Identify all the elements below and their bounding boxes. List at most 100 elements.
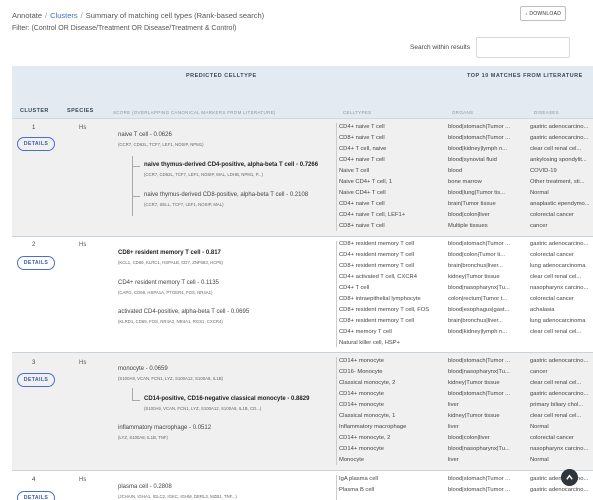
details-button[interactable]: DETAILS [17, 491, 55, 500]
prediction-markers: (CCR7, CD62L, TCF7, LEF1, NOSIP, MAL, LD… [144, 172, 263, 177]
cluster-row: 1 DETAILS Hs naive T cell - 0.0626 (CCR7… [12, 119, 593, 237]
breadcrumb-root[interactable]: Annotate [12, 11, 42, 20]
match-organ: blood|stomach|Tumor ... [448, 241, 511, 247]
prediction-cell: inflammatory macrophage - 0.0512 (LYZ, S… [118, 425, 211, 440]
match-organ: blood|stomach|Tumor ... [448, 476, 511, 482]
match-disease: gastric adenocarcino... [530, 124, 589, 130]
prediction-name: monocyte - 0.0659 [118, 366, 168, 372]
match-celltype: CD8+ resident memory T cell [339, 241, 415, 247]
species-value: Hs [79, 242, 87, 248]
match-organ: blood|lung|Tumor tis... [448, 190, 505, 196]
match-disease: colorectal cancer [530, 252, 574, 258]
filter-text: Filter: (Control OR Disease/Treatment OR… [12, 25, 237, 32]
prediction-cell: naive thymus-derived CD4-positive, alpha… [144, 162, 318, 177]
match-organ: blood|stomach|Tumor ... [448, 487, 511, 493]
score-column-header: SCORE (OVERLAPPING CANONICAL MARKERS FRO… [113, 110, 276, 115]
match-celltype: CD8+ resident memory T cell, FOS [339, 307, 430, 313]
prediction-name-best: CD14-positive, CD16-negative classical m… [144, 396, 310, 402]
column-divider [336, 123, 337, 231]
match-disease: Normal [530, 190, 549, 196]
cluster-column-header[interactable]: CLUSTER [20, 108, 49, 114]
match-celltype: CD4+ resident memory T cell [339, 252, 415, 258]
details-button[interactable]: DETAILS [17, 137, 55, 151]
prediction-cell: naive T cell - 0.0626 (CCR7, CD62L, TCF7… [118, 132, 204, 147]
match-organ: blood|nasopharynx|Tu... [448, 446, 510, 452]
match-disease: nasopharynx carcino... [530, 446, 589, 452]
column-divider [336, 357, 337, 465]
match-celltype: Naive CD4+ T cell [339, 190, 386, 196]
match-celltype: CD4+ T cell [339, 285, 370, 291]
cluster-id: 1 [32, 125, 36, 131]
details-button[interactable]: DETAILS [17, 373, 55, 387]
search-input[interactable] [476, 37, 570, 58]
species-column-header[interactable]: SPECIES [67, 108, 94, 114]
match-organ: blood|nasopharynx|Tu... [448, 369, 510, 375]
match-organ: blood|nasopharynx|Tu... [448, 285, 510, 291]
celltypes-column-header: CELLTYPES [343, 110, 372, 115]
match-disease: achalasia [530, 307, 555, 313]
match-celltype: CD8+ intraepithelial lymphocyte [339, 296, 421, 302]
predicted-celltype-header: PREDICTED CELLTYPE [186, 73, 257, 79]
match-disease: primary biliary chol... [530, 402, 584, 408]
match-disease: clear cell renal cel... [530, 413, 582, 419]
prediction-cell: naive thymus-derived CD8-positive, alpha… [144, 192, 308, 207]
cluster-row: 2 DETAILS Hs CD8+ resident memory T cell… [12, 237, 593, 353]
prediction-markers: (CCR7, CD62L, TCF7, LEF1, NOSIP, NPM1) [118, 142, 204, 147]
match-disease: gastric adenocarcino... [530, 487, 589, 493]
match-disease: clear cell renal cel... [530, 274, 582, 280]
match-celltype: CD14+ monocyte [339, 446, 384, 452]
prediction-name-best: CD8+ resident memory T cell - 0.817 [118, 250, 221, 256]
prediction-markers: (KLRD1, CD69, FOS, NR4A2, NR4A1, RGS1, C… [118, 319, 223, 324]
match-organ: liver [448, 424, 459, 430]
prediction-cell: CD4+ resident memory T cell - 0.1135 (CA… [118, 280, 219, 295]
breadcrumb-current: Summary of matching cell types (Rank-bas… [85, 11, 265, 20]
prediction-name: activated CD4-positive, alpha-beta T cel… [118, 309, 250, 315]
results-table: PREDICTED CELLTYPE TOP 10 MATCHES FROM L… [12, 66, 593, 500]
match-celltype: CD8+ resident memory T cell [339, 263, 415, 269]
scroll-to-top-button[interactable] [561, 469, 578, 486]
match-organ: blood|stomach|Tumor ... [448, 358, 511, 364]
cluster-row: 4 DETAILS Hs plasma cell - 0.2808 (JCHAI… [12, 471, 593, 500]
match-celltype: CD4+ naive T cell [339, 201, 385, 207]
match-organ: blood|stomach|Tumor ... [448, 135, 511, 141]
prediction-markers: (S100A9, VCAN, FCN1, LYZ, S100A12, S100A… [144, 406, 262, 411]
prediction-cell: CD8+ resident memory T cell - 0.817 (KCL… [118, 250, 223, 265]
match-organ: kidney|Tumor tissue [448, 413, 500, 419]
breadcrumb-clusters-link[interactable]: Clusters [50, 11, 78, 20]
top10-matches-header: TOP 10 MATCHES FROM LITERATURE [467, 73, 583, 79]
match-celltype: CD8+ naive T cell [339, 135, 385, 141]
prediction-name: naive T cell - 0.0626 [118, 132, 172, 138]
match-organ: blood|stomach|Tumor ... [448, 391, 511, 397]
prediction-name-best: naive thymus-derived CD4-positive, alpha… [144, 162, 319, 168]
download-button[interactable]: ↓ DOWNLOAD [520, 6, 566, 21]
tree-connector [132, 388, 133, 400]
match-disease: Normal [530, 424, 549, 430]
breadcrumb-separator: / [45, 11, 48, 20]
search-label: Search within results [410, 44, 470, 51]
match-celltype: CD4+ naive T cell [339, 124, 385, 130]
match-celltype: Inflammatory macrophage [339, 424, 407, 430]
tree-connector [132, 400, 140, 401]
prediction-markers: (JCHAIN, IGHA1, IGLC2, IGKC, IGHM, DERL3… [118, 494, 237, 499]
prediction-cell: activated CD4-positive, alpha-beta T cel… [118, 309, 249, 324]
match-celltype: CD8+ resident memory T cell [339, 318, 415, 324]
match-organ: blood|stomach|Tumor ... [448, 124, 511, 130]
match-disease: lung adenocarcinoma [530, 318, 586, 324]
match-disease: colorectal cancer [530, 435, 574, 441]
match-celltype: Naive CD4+ T cell, 1 [339, 179, 393, 185]
cluster-id: 3 [32, 360, 36, 366]
cluster-id: 4 [32, 477, 36, 483]
match-disease: clear cell renal cel... [530, 146, 582, 152]
match-disease: nasopharynx carcino... [530, 285, 589, 291]
details-button[interactable]: DETAILS [17, 256, 55, 270]
match-celltype: CD14+ monocyte [339, 402, 384, 408]
prediction-markers: (LYZ, S100A8, IL1B, TNF) [118, 435, 168, 440]
match-organ: Multiple tissues [448, 223, 488, 229]
column-divider [336, 475, 337, 500]
species-value: Hs [79, 125, 87, 131]
match-disease: cancer [530, 223, 548, 229]
chevron-up-icon [566, 474, 573, 480]
prediction-markers: (S100A9, VCAN, FCN1, LYZ, S100A12, S100A… [118, 376, 224, 381]
match-disease: Normal [530, 457, 549, 463]
tree-connector [132, 196, 140, 197]
